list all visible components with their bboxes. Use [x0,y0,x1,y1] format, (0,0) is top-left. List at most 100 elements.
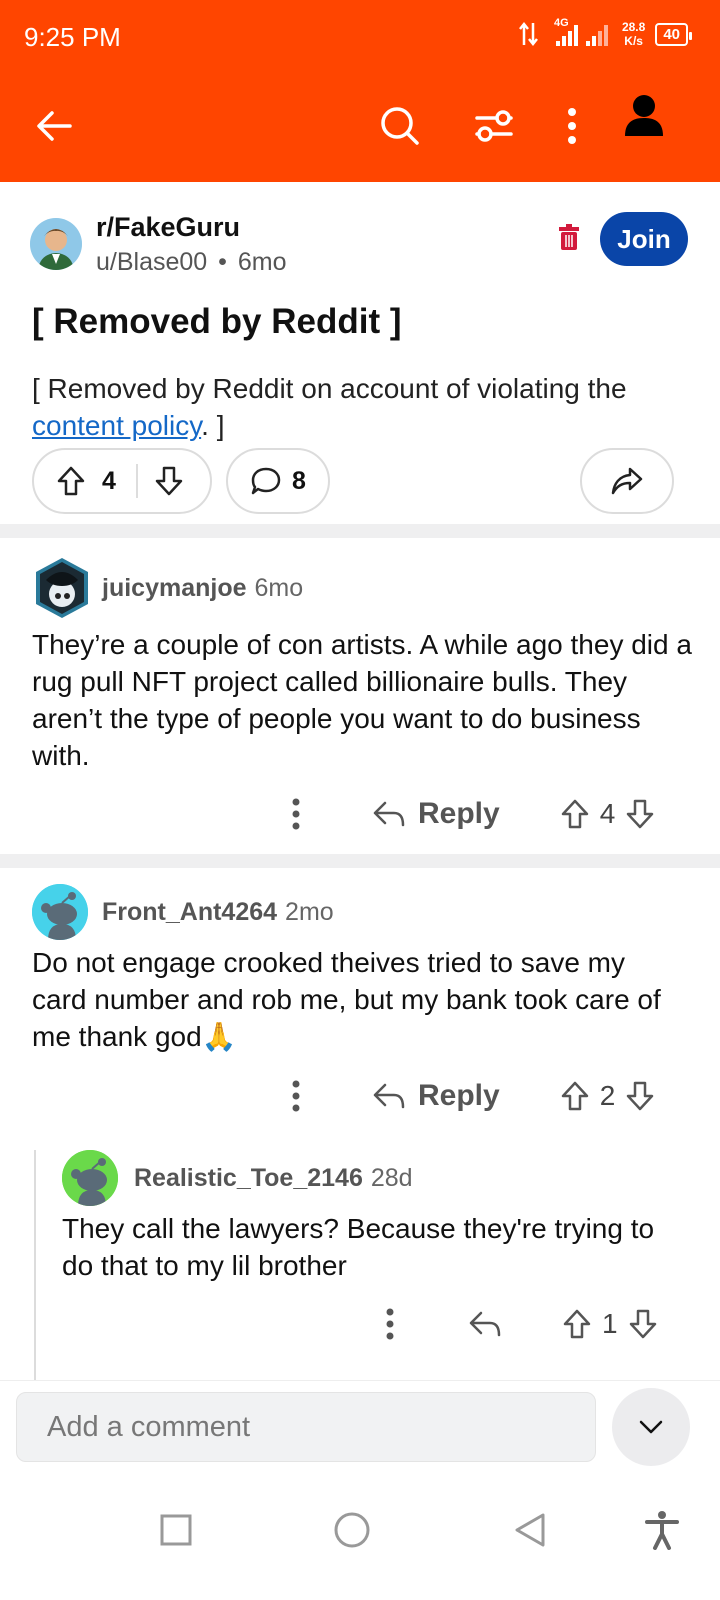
comment-author: Realistic_Toe_2146 28d [134,1164,413,1193]
comments-button[interactable]: 8 [226,448,330,514]
comment-icon [251,467,281,495]
upvote-icon[interactable] [560,1080,590,1112]
removed-indicator [558,224,580,255]
post-vote-count: 4 [102,466,116,495]
square-icon [160,1514,192,1546]
content-policy-link[interactable]: content policy [32,410,201,441]
downvote-icon[interactable] [625,1080,655,1112]
battery-level: 40 [663,25,680,43]
upvote-icon [57,466,85,496]
battery-icon: 40 [655,22,692,46]
post-meta: u/Blase00 • 6mo [96,248,287,277]
comment-age: 2mo [285,898,334,926]
comment-avatar[interactable] [32,556,92,620]
search-button[interactable] [370,96,430,156]
reply-icon [373,1083,405,1109]
section-divider [0,524,720,538]
meta-separator: • [218,248,227,276]
post-title: [ Removed by Reddit ] [32,302,402,341]
search-icon [381,107,419,145]
comment-avatar[interactable] [62,1150,118,1206]
speed-value: 28.8 [621,20,646,34]
downvote-icon [155,466,183,496]
thread-line[interactable] [34,1150,36,1390]
network-speed: 28.8 K/s [622,20,645,48]
comment-vote-count: 4 [599,798,616,829]
circle-icon [334,1512,370,1548]
signal-icon: 4G [550,17,612,47]
post-author[interactable]: u/Blase00 [96,248,207,276]
downvote-button[interactable] [154,465,184,497]
triangle-back-icon [515,1513,545,1547]
share-icon [611,467,643,495]
comment-text: They call the lawyers? Because they're t… [62,1213,655,1281]
filter-button[interactable] [464,96,524,156]
status-icons: 4G 28.8 K/s 40 [518,17,692,48]
user-avatar-icon [36,558,88,618]
more-vertical-icon[interactable] [286,796,306,832]
collapse-button[interactable] [612,1388,690,1466]
speed-unit: K/s [624,34,643,48]
comment-vote: 4 [560,798,656,830]
comment-vote: 2 [560,1080,656,1112]
comment-avatar[interactable] [32,884,88,940]
reply-icon [373,801,405,827]
subreddit-name[interactable]: r/FakeGuru [96,212,240,243]
accessibility-button[interactable] [632,1500,692,1560]
comment-actions: Reply 2 [286,1078,655,1114]
upvote-icon[interactable] [560,798,590,830]
comment-actions: 1 [380,1306,658,1342]
comment-age: 6mo [254,574,304,602]
arrow-left-icon [37,111,72,141]
vote-divider [135,464,138,498]
vote-pill: 4 [32,448,212,514]
upvote-icon[interactable] [562,1308,592,1340]
post-comment-count: 8 [292,466,306,495]
reply-button[interactable]: Reply [372,1079,500,1113]
comment-age: 28d [370,1164,413,1192]
join-button[interactable]: Join [600,212,688,266]
more-options-button[interactable] [542,96,602,156]
back-button[interactable] [24,96,84,156]
comment-author: Front_Ant4264 2mo [102,898,334,927]
more-vertical-icon [568,108,576,144]
snoo-avatar-icon [62,1150,118,1206]
status-time: 9:25 PM [24,22,121,52]
snoo-avatar-icon [32,884,88,940]
comment-text: They’re a couple of con artists. A while… [32,629,692,771]
reply-button[interactable]: Reply [372,797,500,831]
post-body: [ Removed by Reddit on account of violat… [32,370,692,444]
chevron-down-icon [639,1420,663,1434]
person-icon [625,95,663,136]
downvote-icon[interactable] [628,1308,658,1340]
home-button[interactable] [322,1500,382,1560]
comment-author: juicymanjoe 6mo [102,574,303,603]
more-vertical-icon[interactable] [286,1078,306,1114]
comment-username[interactable]: Front_Ant4264 [102,898,277,926]
comment-vote-count: 1 [602,1308,618,1339]
post-body-end: . ] [201,410,225,441]
profile-button[interactable] [614,86,674,146]
subreddit-avatar[interactable] [30,218,82,270]
back-nav-button[interactable] [500,1500,560,1560]
subreddit-avatar-icon [30,218,82,270]
upvote-button[interactable] [56,465,86,497]
recents-button[interactable] [146,1500,206,1560]
post-age: 6mo [237,248,287,276]
app-header: 9:25 PM 4G 28.8 K/s 40 [0,0,720,182]
comment-vote: 1 [562,1308,658,1340]
reply-label: Reply [418,797,500,830]
add-comment-input[interactable] [16,1392,596,1462]
share-button[interactable] [580,448,674,514]
trash-icon [559,224,579,250]
reply-label: Reply [418,1079,500,1112]
post-body-text: [ Removed by Reddit on account of violat… [32,373,627,404]
reply-icon [469,1311,501,1337]
comment-username[interactable]: juicymanjoe [102,574,247,602]
more-vertical-icon[interactable] [380,1306,400,1342]
downvote-icon[interactable] [625,798,655,830]
comment-username[interactable]: Realistic_Toe_2146 [134,1164,363,1192]
section-divider [0,854,720,868]
data-transfer-icon [518,21,538,47]
reply-button[interactable] [468,1309,502,1339]
